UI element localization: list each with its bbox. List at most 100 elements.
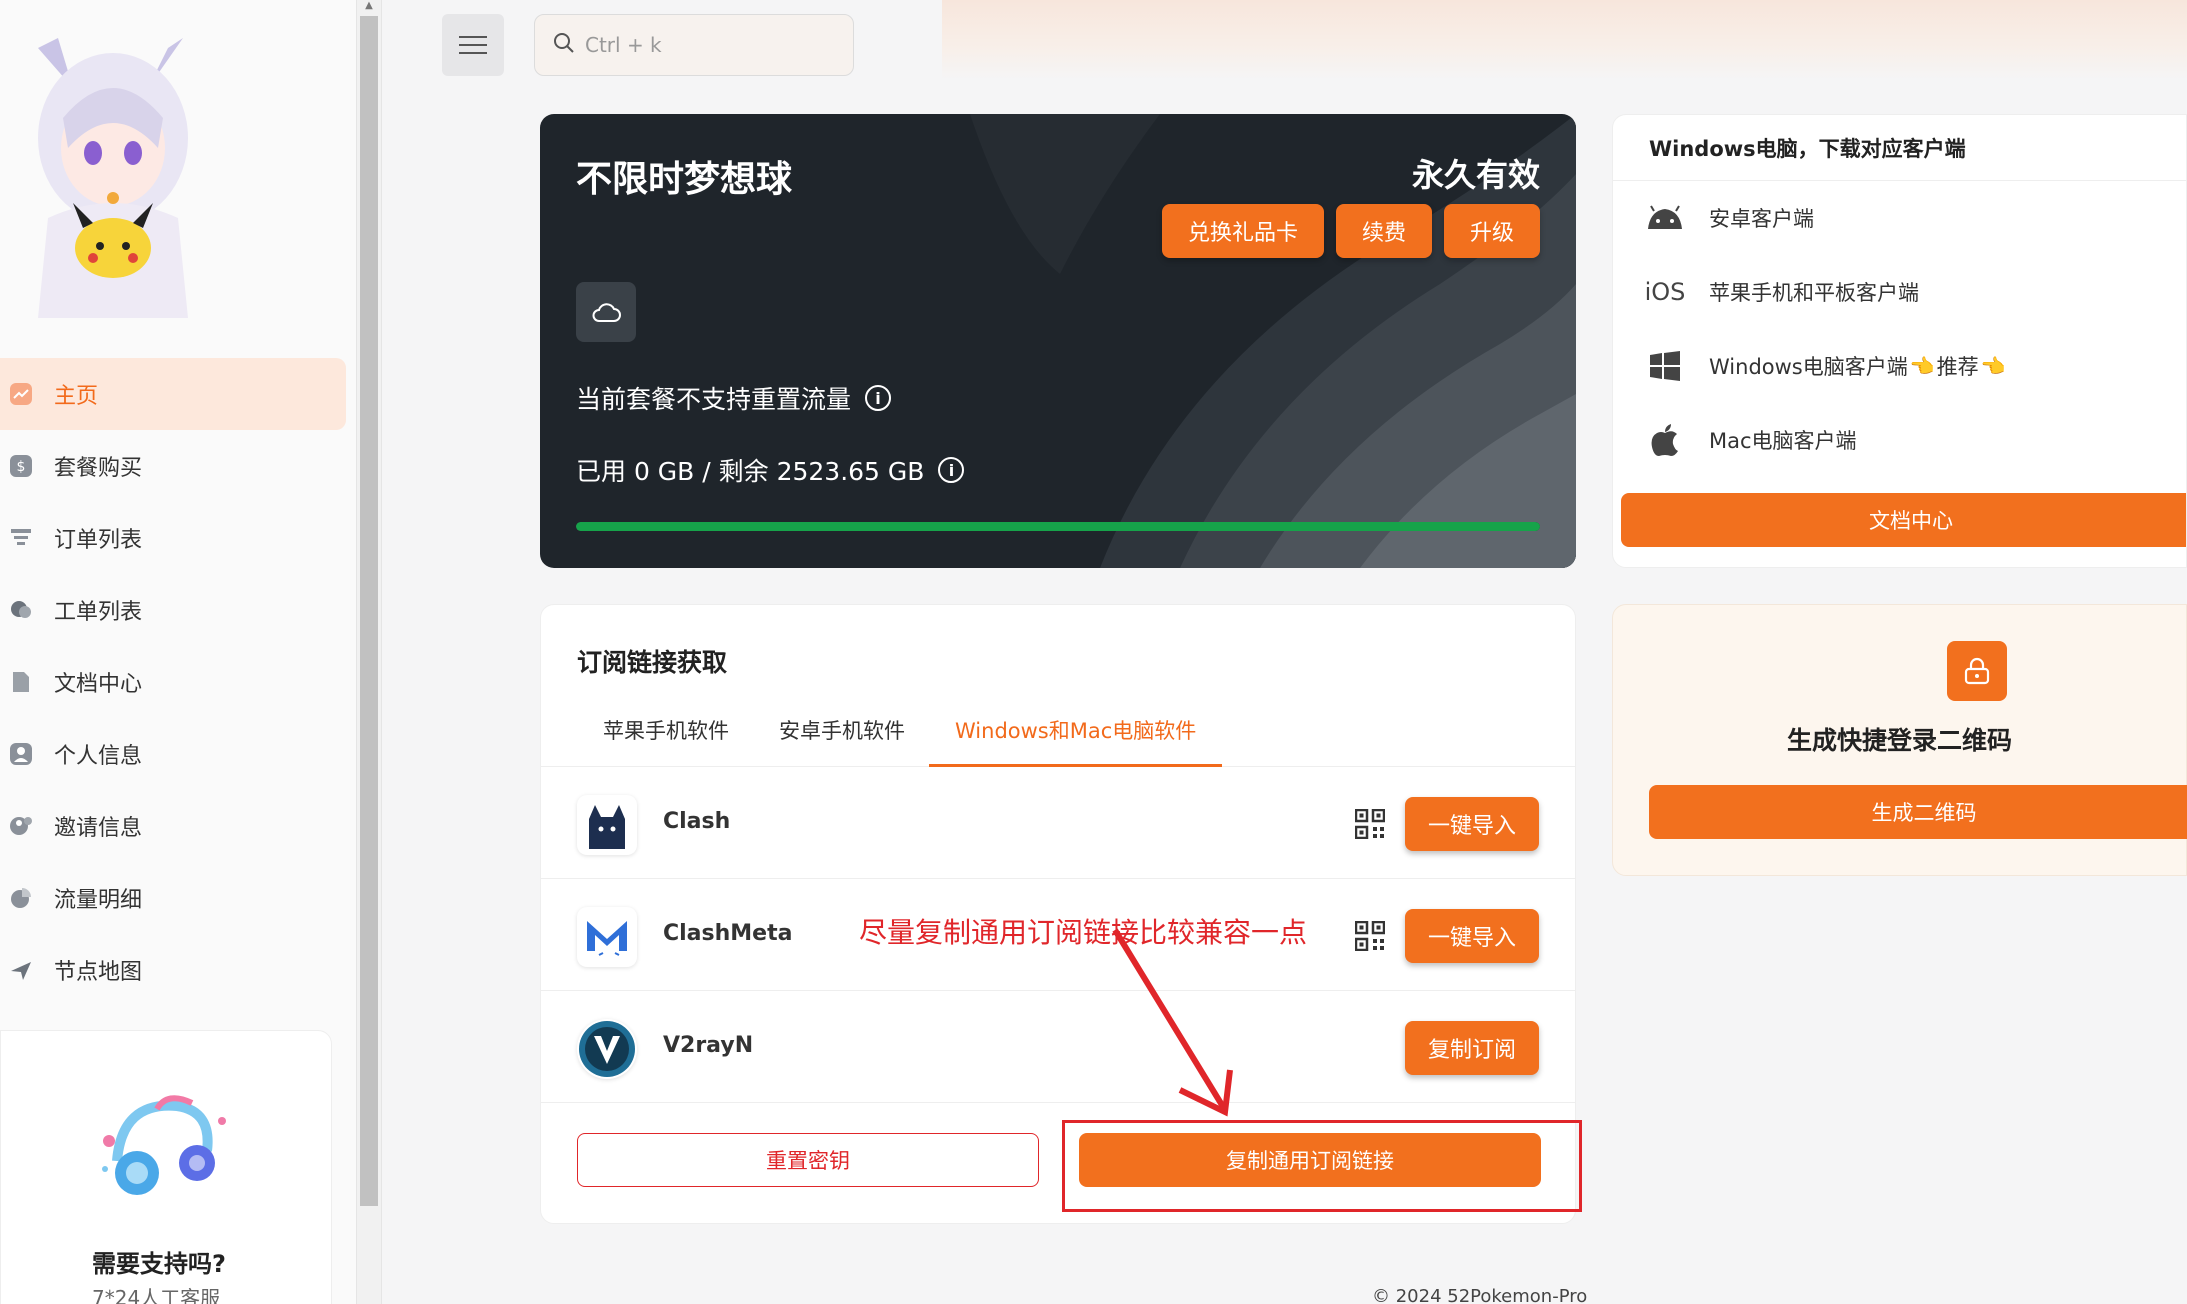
sidebar-item-home[interactable]: 主页 [0, 358, 346, 430]
client-name: V2rayN [663, 1033, 754, 1058]
table-row: Clash 一键导入 [541, 767, 1575, 879]
traffic-progress-fill [576, 522, 1540, 531]
ios-icon: iOS [1644, 278, 1686, 306]
quick-login-qr-card: 生成快捷登录二维码 生成二维码 [1612, 604, 2187, 876]
home-chart-icon [8, 381, 34, 407]
support-subtitle: 7*24人工客服 [92, 1286, 221, 1304]
search-icon [553, 32, 575, 59]
hamburger-icon [459, 52, 487, 54]
sidebar-item-orders[interactable]: 订单列表 [0, 502, 346, 574]
sidebar-item-label: 邀请信息 [54, 816, 143, 841]
user-icon [8, 741, 34, 767]
android-client-link[interactable]: 安卓客户端 [1613, 181, 2186, 255]
sidebar-item-profile[interactable]: 个人信息 [0, 718, 346, 790]
headphones-illustration-icon [102, 1095, 226, 1195]
chat-icon [8, 597, 34, 623]
svg-text:$: $ [17, 459, 26, 475]
list-icon [8, 525, 34, 551]
sidebar-item-tickets[interactable]: 工单列表 [0, 574, 346, 646]
support-title: 需要支持吗? [92, 1250, 226, 1278]
info-icon[interactable]: i [865, 385, 892, 411]
annotation-highlight-box [1062, 1120, 1582, 1212]
client-download-title: Windows电脑，下载对应客户端 [1613, 115, 2186, 181]
cloud-icon [576, 282, 636, 342]
reset-traffic-note: 当前套餐不支持重置流量 i [576, 380, 892, 416]
table-row: V2rayN 复制订阅 [541, 991, 1575, 1103]
search-input[interactable]: Ctrl + k [534, 14, 854, 76]
sidebar-item-plan-purchase[interactable]: $ 套餐购买 [0, 430, 346, 502]
annotation-arrow-icon [1112, 928, 1233, 1117]
client-item-label: 苹果手机和平板客户端 [1709, 281, 1919, 305]
scroll-up-arrow-icon[interactable]: ▲ [363, 0, 375, 12]
tab-desktop-software[interactable]: Windows和Mac电脑软件 [929, 715, 1223, 767]
client-name: ClashMeta [663, 921, 793, 946]
info-icon[interactable]: i [938, 457, 965, 483]
sidebar-item-traffic[interactable]: 流量明细 [0, 862, 346, 934]
qr-code-icon[interactable] [1355, 809, 1385, 839]
ios-client-link[interactable]: iOS 苹果手机和平板客户端 [1613, 255, 2186, 329]
subscription-title: 订阅链接获取 [577, 648, 728, 677]
sidebar-item-label: 节点地图 [54, 960, 143, 985]
sidebar-item-label: 文档中心 [54, 672, 143, 697]
one-click-import-button[interactable]: 一键导入 [1405, 909, 1539, 963]
sidebar-item-label: 流量明细 [54, 888, 143, 913]
hamburger-icon [459, 36, 487, 38]
menu-toggle-button[interactable] [442, 14, 504, 76]
client-name: Clash [663, 809, 731, 834]
generate-qr-button[interactable]: 生成二维码 [1649, 785, 2187, 839]
sidebar-item-label: 订单列表 [54, 528, 143, 553]
invite-icon [8, 813, 34, 839]
plan-actions: 兑换礼品卡 续费 升级 [1161, 204, 1540, 258]
dollar-icon: $ [8, 453, 34, 479]
search-placeholder: Ctrl + k [585, 33, 662, 57]
clashmeta-logo-icon [577, 907, 637, 967]
sidebar-item-invite[interactable]: 邀请信息 [0, 790, 346, 862]
quick-login-title: 生成快捷登录二维码 [1786, 726, 2012, 755]
plan-card: 不限时梦想球 永久有效 兑换礼品卡 续费 升级 当前套餐不支持重置流量 i 已用… [540, 114, 1576, 568]
lock-icon [1947, 641, 2007, 701]
main-content: Ctrl + k 不限时梦想球 永久有效 兑换礼品卡 续费 升级 当前套餐不支持… [382, 0, 2187, 1304]
traffic-usage-text: 已用 0 GB / 剩余 2523.65 GB [576, 457, 925, 486]
client-item-label: Windows电脑客户端 [1709, 355, 1908, 379]
sidebar-scrollbar[interactable]: ▲ [356, 0, 382, 1304]
renew-button[interactable]: 续费 [1335, 204, 1432, 258]
sidebar-nav: 主页 $ 套餐购买 订单列表 工单列表 文档中心 个人信息 邀请信息 流量明细 … [0, 358, 346, 1006]
sidebar: 主页 $ 套餐购买 订单列表 工单列表 文档中心 个人信息 邀请信息 流量明细 … [0, 0, 356, 1304]
document-icon [8, 669, 34, 695]
sidebar-item-label: 工单列表 [54, 600, 143, 625]
reset-key-button[interactable]: 重置密钥 [577, 1133, 1039, 1187]
android-icon [1645, 198, 1685, 238]
header-glow [942, 0, 2187, 80]
copy-subscription-button[interactable]: 复制订阅 [1405, 1021, 1539, 1075]
one-click-import-button[interactable]: 一键导入 [1405, 797, 1539, 851]
apple-icon [1645, 420, 1685, 460]
anime-avatar-image [38, 38, 188, 318]
reset-traffic-text: 当前套餐不支持重置流量 [576, 385, 852, 414]
sidebar-item-docs[interactable]: 文档中心 [0, 646, 346, 718]
upgrade-button[interactable]: 升级 [1443, 204, 1540, 258]
pointing-hand-icon: 👈 [1980, 354, 2006, 378]
sidebar-item-label: 主页 [54, 384, 99, 409]
traffic-usage: 已用 0 GB / 剩余 2523.65 GB i [576, 452, 965, 488]
tab-android-software[interactable]: 安卓手机软件 [779, 715, 905, 767]
mac-client-link[interactable]: Mac电脑客户端 [1613, 403, 2186, 477]
sidebar-item-label: 个人信息 [54, 744, 143, 769]
tab-ios-software[interactable]: 苹果手机软件 [603, 715, 729, 767]
docs-center-button[interactable]: 文档中心 [1621, 493, 2186, 547]
windows-icon [1645, 346, 1685, 386]
sidebar-item-node-map[interactable]: 节点地图 [0, 934, 346, 1006]
pointing-hand-icon: 👈 [1909, 354, 1935, 378]
traffic-progress-bar [576, 522, 1540, 531]
client-item-label: Mac电脑客户端 [1709, 429, 1857, 453]
client-item-label: 安卓客户端 [1709, 207, 1814, 231]
windows-client-link[interactable]: Windows电脑客户端 👈 推荐 👈 [1613, 329, 2186, 403]
footer-copyright: © 2024 52Pokemon-Pro [1372, 1286, 1588, 1304]
plane-icon [8, 957, 34, 983]
subscription-tabs: 苹果手机软件 安卓手机软件 Windows和Mac电脑软件 [541, 705, 1575, 767]
scrollbar-thumb[interactable] [360, 16, 378, 1206]
qr-code-icon[interactable] [1355, 921, 1385, 951]
recommend-tag: 推荐 [1936, 355, 1979, 379]
v2rayn-logo-icon [577, 1019, 637, 1079]
redeem-gift-card-button[interactable]: 兑换礼品卡 [1161, 204, 1324, 258]
clash-logo-icon [577, 795, 637, 855]
